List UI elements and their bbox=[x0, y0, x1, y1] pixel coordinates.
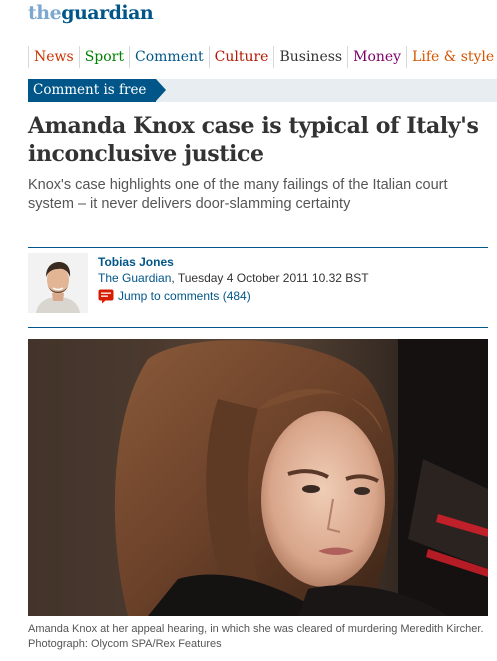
article-standfirst: Knox's case highlights one of the many f… bbox=[28, 177, 448, 212]
publication-link[interactable]: The Guardian bbox=[98, 271, 171, 285]
nav-culture[interactable]: Culture bbox=[208, 46, 274, 68]
logo-the: the bbox=[28, 2, 62, 24]
nav-money[interactable]: Money bbox=[347, 46, 406, 68]
section-nav: News Sport Comment Culture Business Mone… bbox=[28, 46, 497, 68]
nav-business[interactable]: Business bbox=[273, 46, 347, 68]
jump-to-comments-label: Jump to comments (484) bbox=[118, 289, 251, 303]
nav-news[interactable]: News bbox=[28, 46, 79, 68]
byline-divider-top bbox=[28, 247, 488, 248]
article-photo bbox=[28, 339, 488, 616]
speech-bubble-icon bbox=[98, 289, 114, 304]
section-tag-comment-is-free[interactable]: Comment is free bbox=[28, 79, 167, 102]
nav-comment[interactable]: Comment bbox=[129, 46, 209, 68]
byline-meta: The Guardian, Tuesday 4 October 2011 10.… bbox=[98, 271, 369, 285]
author-name-link[interactable]: Tobias Jones bbox=[98, 255, 174, 269]
photo-caption: Amanda Knox at her appeal hearing, in wh… bbox=[28, 623, 484, 650]
jump-to-comments-link[interactable]: Jump to comments (484) bbox=[98, 288, 251, 304]
article-headline: Amanda Knox case is typical of Italy's i… bbox=[28, 113, 479, 167]
nav-life-and-style[interactable]: Life & style bbox=[406, 46, 497, 68]
publish-date: , Tuesday 4 October 2011 10.32 BST bbox=[171, 271, 369, 285]
section-bar: Comment is free bbox=[28, 79, 497, 102]
byline-divider-bottom bbox=[28, 327, 488, 328]
guardian-logo[interactable]: theguardian bbox=[28, 2, 154, 24]
logo-guardian: guardian bbox=[61, 2, 154, 24]
author-avatar bbox=[28, 253, 88, 313]
nav-sport[interactable]: Sport bbox=[78, 46, 129, 68]
